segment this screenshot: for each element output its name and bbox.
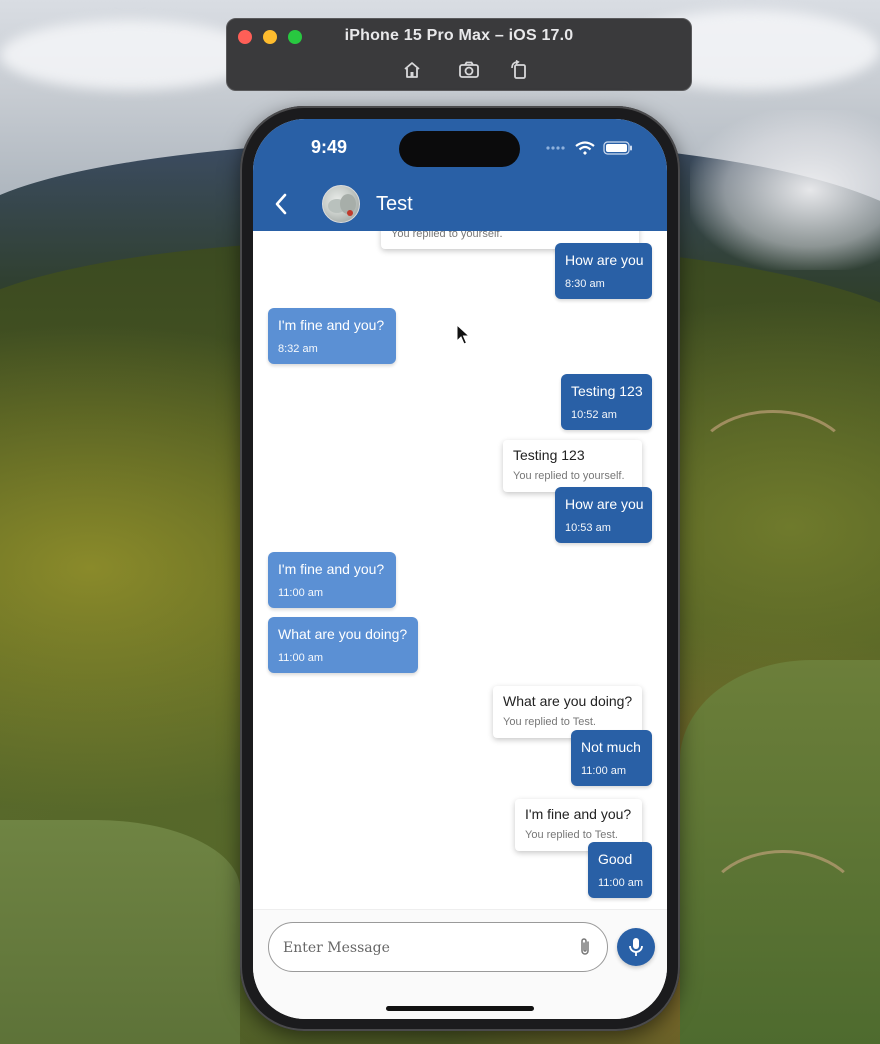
received-message[interactable]: What are you doing? 11:00 am [268,617,418,673]
status-time: 9:49 [311,137,348,157]
sent-message[interactable]: Good 11:00 am [588,842,652,898]
screenshot-icon[interactable] [458,59,480,81]
message-composer [253,909,667,1019]
battery-icon [603,141,632,155]
simulator-title: iPhone 15 Pro Max – iOS 17.0 [344,27,574,44]
received-message[interactable]: I'm fine and you? 8:32 am [268,308,396,364]
message-input-container[interactable] [268,922,608,972]
received-message[interactable]: I'm fine and you? 11:00 am [268,552,396,608]
contact-avatar[interactable] [322,185,360,223]
reply-preview[interactable]: Testing 123 You replied to yourself. [503,440,642,492]
dynamic-island [399,131,520,167]
message-input[interactable] [281,935,575,961]
sent-message[interactable]: Testing 123 10:52 am [561,374,652,430]
back-chevron-icon[interactable] [271,191,293,217]
home-icon[interactable] [401,59,423,81]
mouse-cursor-icon [456,323,471,346]
wifi-icon [575,141,595,155]
phone-screen: 9:49 Test You replied to yourself. How a… [253,119,667,1019]
sent-message[interactable]: How are you 10:53 am [555,487,652,543]
contact-name[interactable]: Test [376,193,413,216]
sent-message[interactable]: Not much 11:00 am [571,730,652,786]
microphone-button[interactable] [617,928,655,966]
paperclip-icon[interactable] [577,936,593,958]
home-indicator[interactable] [386,1006,534,1011]
chat-header: 9:49 Test [253,119,667,231]
simulator-title-bar: iPhone 15 Pro Max – iOS 17.0 [226,18,692,91]
status-icons [545,141,633,155]
rotate-icon[interactable] [508,59,530,81]
microphone-icon [629,938,643,956]
sent-message[interactable]: How are you 8:30 am [555,243,652,299]
signal-dots-icon [546,146,565,150]
